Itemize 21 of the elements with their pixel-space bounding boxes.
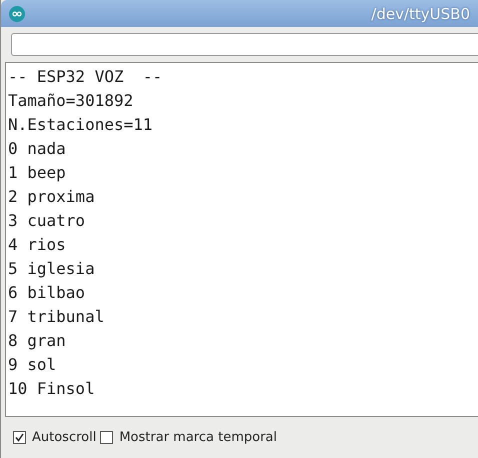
infinity-logo-icon [9,6,25,22]
window-title: /dev/ttyUSB0 [371,4,470,22]
output-line: 9 sol [8,354,56,376]
send-field[interactable] [11,33,478,56]
output-line: -- ESP32 VOZ -- [8,66,162,88]
output-line: 2 proxima [8,186,95,208]
output-line: 5 iglesia [8,258,95,280]
output-line: 6 bilbao [8,282,86,304]
output-line: N.Estaciones=11 [8,114,152,136]
output-line: 1 beep [8,162,66,184]
checkbox-label: Autoscroll [32,430,96,445]
checkbox[interactable] [13,431,26,444]
checkbox[interactable] [100,431,114,444]
checkbox-label: Mostrar marca temporal [119,430,277,445]
output-line: 3 cuatro [8,210,86,232]
output-line: Tamaño=301892 [8,90,134,112]
output-line: 0 nada [8,138,66,160]
output-line: 10 Finsol [8,378,95,400]
output-line: 7 tribunal [8,306,104,328]
output-line: 4 rios [8,234,66,256]
output-line: 8 gran [8,330,66,352]
